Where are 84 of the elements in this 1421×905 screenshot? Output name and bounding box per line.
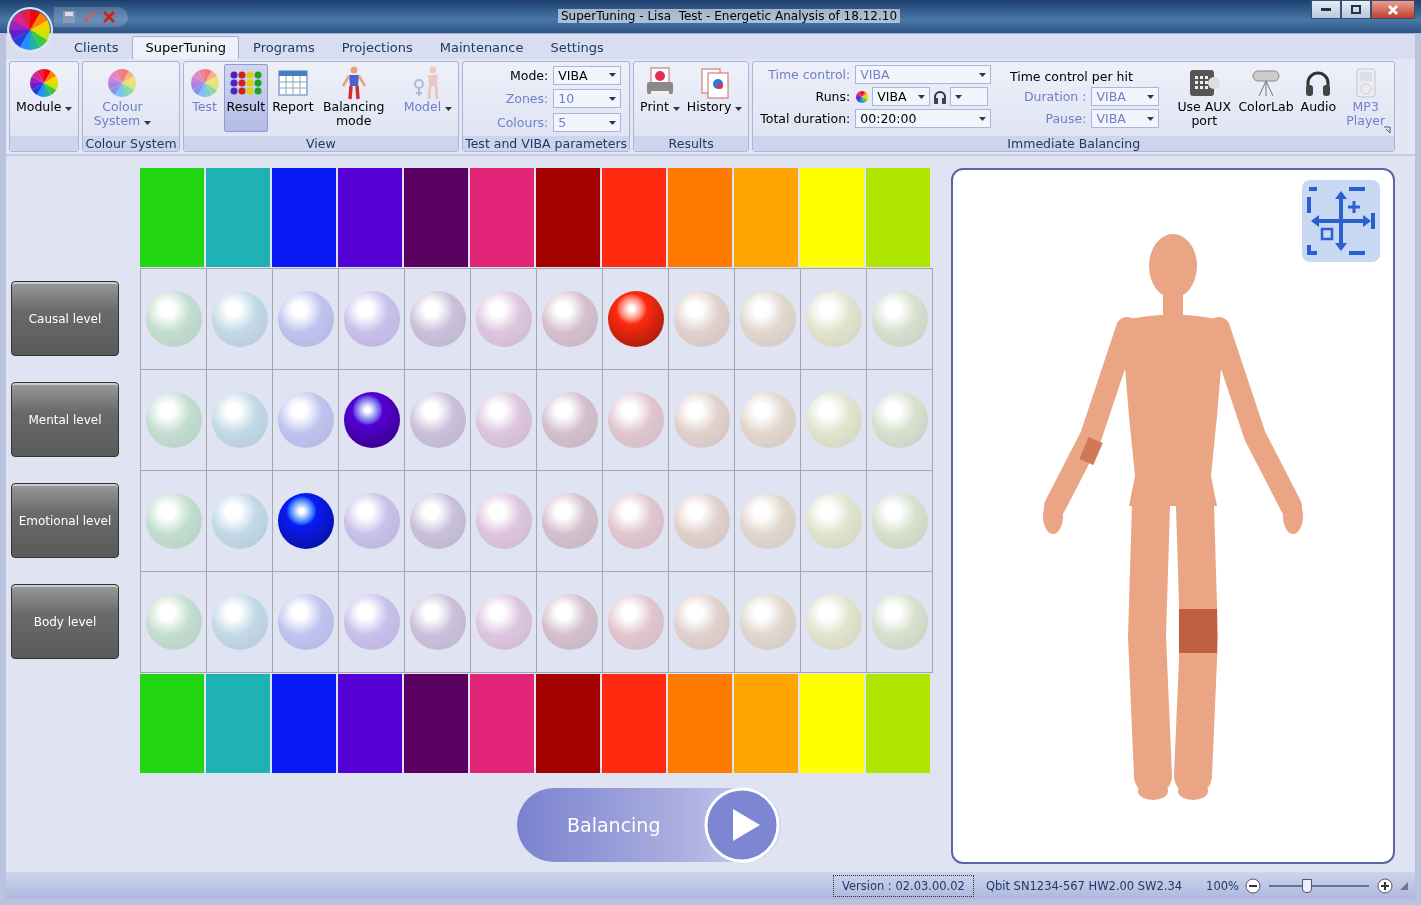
level-button[interactable]: Causal level — [11, 281, 119, 356]
ribbon-button[interactable]: Audio — [1297, 64, 1340, 132]
caret-icon — [979, 116, 987, 121]
caption-bar — [10, 136, 79, 151]
caret-icon — [1147, 94, 1155, 99]
ribbon-tab[interactable]: SuperTuning — [132, 36, 240, 59]
app-menu-icon — [9, 9, 51, 51]
caret-icon — [65, 107, 73, 111]
documents-icon — [699, 67, 730, 99]
level-button[interactable]: Body level — [11, 584, 119, 659]
pencil-icon[interactable] — [82, 9, 96, 24]
field-label: Pause: — [1044, 111, 1087, 126]
ribbon-tab[interactable]: Maintenance — [426, 36, 537, 59]
close-icon[interactable] — [102, 9, 116, 24]
dialog-launcher-icon[interactable] — [1383, 126, 1392, 134]
caret-icon — [445, 107, 453, 111]
dropdown-field[interactable]: VIBA — [872, 87, 931, 106]
ribbon-button[interactable]: Balancing mode — [317, 64, 390, 132]
headphones-icon — [933, 89, 948, 104]
colour-wheel-icon — [855, 89, 870, 104]
save-icon[interactable] — [62, 9, 76, 24]
colour-wheel-icon — [29, 68, 60, 98]
media-player-icon — [1355, 68, 1376, 98]
minimize-button[interactable] — [1311, 0, 1341, 19]
ribbon-button[interactable]: Print — [637, 64, 683, 132]
ribbon-tab[interactable]: Projections — [328, 36, 426, 59]
caret-icon — [609, 97, 617, 101]
group-caption: View — [183, 136, 459, 151]
field-label: Zones: — [504, 91, 549, 107]
group-caption: Immediate Balancing — [753, 136, 1395, 151]
field-label: Time control: — [767, 67, 851, 82]
ribbon-button[interactable]: ColorLab — [1235, 64, 1297, 132]
field-label: Duration : — [1023, 89, 1087, 104]
section-heading: Time control per hit — [1008, 68, 1134, 84]
field-label: Colours: — [496, 115, 549, 131]
colour-wheel-icon — [107, 68, 138, 98]
minimize-icon — [1321, 7, 1331, 12]
ribbon-tab[interactable]: Clients — [61, 36, 132, 59]
device-icon — [1188, 68, 1221, 98]
field-label: Mode: — [509, 67, 549, 83]
zoom-reading: 100% — [1206, 878, 1239, 893]
dropdown-field[interactable]: VIBA — [553, 65, 622, 85]
ribbon-button[interactable]: Result — [223, 64, 269, 132]
caret-icon — [144, 121, 152, 125]
group-caption: Results — [634, 136, 749, 151]
ribbon-tab[interactable]: Settings — [537, 36, 617, 59]
maximize-button[interactable] — [1341, 0, 1371, 19]
group-caption: Test and VIBA parameters — [463, 136, 630, 151]
zoom-in-icon[interactable] — [1377, 877, 1393, 894]
printer-icon — [644, 67, 675, 99]
caret-icon — [955, 94, 963, 99]
close-icon — [1388, 4, 1398, 15]
group-caption: Colour System — [83, 136, 179, 151]
ribbon-button[interactable]: Use AUX port — [1174, 64, 1235, 132]
zoom-out-icon[interactable] — [1245, 877, 1261, 894]
device-label: Qbit SN1234-567 HW2.00 SW2.34 — [985, 878, 1183, 893]
play-icon — [704, 787, 781, 863]
close-button[interactable] — [1371, 0, 1415, 19]
ribbon-button[interactable]: History — [683, 64, 746, 132]
field-label: Runs: — [814, 89, 851, 104]
caret-icon — [979, 72, 987, 77]
window-title: SuperTuning - Lisa Test - Energetic Analysis of 18.12.10 — [558, 9, 901, 23]
maximize-icon — [1351, 5, 1361, 14]
lamp-on-tripod-icon — [1250, 68, 1282, 98]
level-button[interactable]: Mental level — [11, 382, 119, 457]
dropdown-field[interactable]: 00:20:00 — [855, 109, 992, 128]
caret-icon — [609, 73, 617, 78]
fit-view-icon[interactable] — [1301, 179, 1381, 263]
human-figure-icon — [340, 66, 367, 100]
caret-icon — [918, 94, 926, 99]
caret-icon — [1147, 116, 1155, 121]
caret-icon — [609, 120, 617, 125]
caret-icon — [735, 107, 743, 111]
level-button[interactable]: Emotional level — [11, 483, 119, 558]
ribbon-tab[interactable]: Programs — [240, 36, 328, 59]
table-icon — [277, 70, 308, 96]
dropdown-field[interactable] — [950, 87, 989, 106]
colour-wheel-icon — [189, 68, 220, 98]
resize-grip-icon[interactable] — [1399, 880, 1409, 891]
field-label: Total duration: — [760, 111, 851, 126]
version-label: Version : 02.03.00.02 — [832, 874, 974, 897]
caret-icon — [672, 107, 680, 111]
coloured-dots-icon — [228, 70, 263, 96]
ribbon-button[interactable]: Report — [269, 64, 317, 132]
